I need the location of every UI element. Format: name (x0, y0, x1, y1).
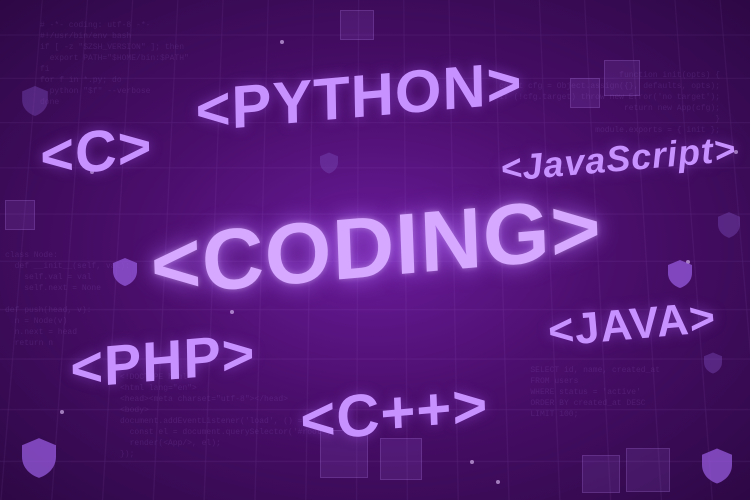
tag-c: <C> (40, 112, 153, 191)
deco-square (340, 10, 374, 40)
bg-code-block: SELECT id, name, created_at FROM users W… (530, 365, 660, 420)
deco-square (582, 455, 620, 493)
deco-square (5, 200, 35, 230)
shield-icon (113, 258, 137, 286)
shield-icon (320, 152, 338, 174)
shield-icon (702, 448, 732, 484)
deco-dot (60, 410, 64, 414)
shield-icon (704, 352, 722, 374)
shield-icon (22, 438, 56, 478)
shield-icon (668, 260, 692, 288)
deco-square (604, 60, 640, 96)
deco-square (626, 448, 670, 492)
bg-code-block: # -*- coding: utf-8 -*- #!/usr/bin/env b… (40, 20, 189, 108)
deco-square (570, 78, 600, 108)
shield-icon (718, 212, 740, 238)
deco-dot (496, 480, 500, 484)
shield-icon (22, 86, 48, 116)
deco-dot (470, 460, 474, 464)
deco-dot (280, 40, 284, 44)
deco-dot (230, 310, 234, 314)
